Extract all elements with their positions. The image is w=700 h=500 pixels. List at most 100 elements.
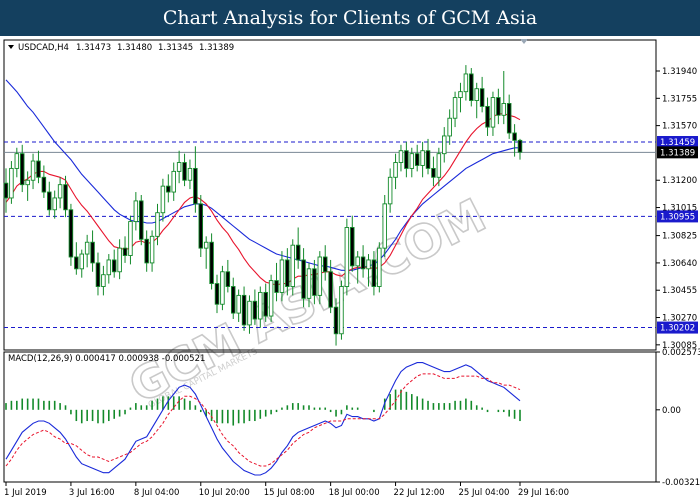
time-tick-label: 10 Jul 20:00 bbox=[199, 488, 250, 498]
candle-body-down bbox=[63, 184, 68, 211]
candle-body-up bbox=[409, 153, 415, 169]
candle-body-down bbox=[404, 150, 409, 169]
candle-body-down bbox=[230, 286, 236, 314]
macd-label: MACD(12,26,9) 0.000417 0.000938 -0.00052… bbox=[8, 354, 205, 364]
candle-body-down bbox=[225, 271, 231, 287]
candle-body-up bbox=[317, 256, 323, 296]
candle-body-up bbox=[106, 259, 112, 276]
candle-body-up bbox=[258, 291, 263, 320]
candle-body-up bbox=[447, 117, 452, 137]
candle-body-down bbox=[322, 256, 328, 273]
candle-body-up bbox=[420, 150, 425, 166]
candle-body-down bbox=[301, 259, 306, 299]
candle-body-up bbox=[155, 212, 160, 237]
level-tag-label-1: 1.31389 bbox=[660, 148, 695, 158]
candle-body-up bbox=[382, 203, 387, 249]
level-tag-label-3: 1.30202 bbox=[660, 324, 695, 334]
chart-banner-title: Chart Analysis for Clients of GCM Asia bbox=[0, 0, 700, 36]
price-tick-label: 1.30640 bbox=[662, 259, 697, 269]
candle-body-down bbox=[263, 291, 268, 317]
candle-body-down bbox=[90, 241, 95, 264]
candle-body-up bbox=[268, 280, 274, 317]
candle-body-up bbox=[393, 162, 398, 178]
candle-body-up bbox=[474, 88, 479, 101]
candle-body-up bbox=[101, 274, 106, 287]
time-tick-label: 29 Jul 16:00 bbox=[518, 488, 569, 498]
candle-body-up bbox=[203, 241, 209, 249]
candle-body-up bbox=[220, 271, 225, 305]
candle-body-down bbox=[36, 160, 41, 178]
candle-body-up bbox=[84, 241, 90, 255]
price-tick-label: 1.30455 bbox=[662, 286, 697, 296]
candle-body-up bbox=[463, 73, 469, 93]
candle-body-up bbox=[176, 162, 182, 172]
time-tick-label: 3 Jul 16:00 bbox=[69, 488, 115, 498]
macd-tick-label: 0.00 bbox=[662, 406, 681, 416]
candle-body-up bbox=[57, 184, 63, 199]
macd-tick-label: 0.002573 bbox=[662, 348, 700, 358]
candle-body-up bbox=[290, 244, 296, 287]
candle-body-down bbox=[350, 227, 355, 267]
symbol-label: USDCAD,H4 bbox=[18, 43, 69, 53]
candle-body-down bbox=[425, 150, 431, 169]
candle-body-up bbox=[128, 221, 133, 256]
candle-body-down bbox=[19, 153, 25, 186]
candle-body-up bbox=[279, 259, 285, 293]
candle-body-up bbox=[236, 294, 241, 314]
candle-body-up bbox=[355, 256, 360, 267]
candle-body-up bbox=[366, 259, 371, 270]
candle-body-up bbox=[14, 153, 20, 169]
ohlc-open: 1.31473 bbox=[76, 43, 111, 53]
candle-body-down bbox=[144, 238, 149, 264]
candle-body-down bbox=[333, 306, 339, 335]
time-tick-label: 8 Jul 04:00 bbox=[134, 488, 180, 498]
candle-body-down bbox=[209, 241, 214, 285]
candle-body-up bbox=[339, 286, 344, 335]
candle-body-up bbox=[458, 91, 463, 99]
candle-body-down bbox=[469, 73, 474, 101]
candle-body-up bbox=[117, 247, 122, 273]
candle-body-down bbox=[312, 268, 317, 296]
candle-body-down bbox=[198, 203, 204, 249]
candle-body-up bbox=[344, 227, 350, 287]
time-tick-label: 1 Jul 2019 bbox=[4, 488, 47, 498]
candle-body-down bbox=[193, 167, 198, 205]
candle-body-down bbox=[512, 132, 517, 141]
candle-body-down bbox=[47, 191, 52, 211]
price-tick-label: 1.31755 bbox=[662, 94, 697, 104]
ohlc-close: 1.31389 bbox=[199, 43, 234, 53]
ohlc-high: 1.31480 bbox=[117, 43, 152, 53]
candle-body-down bbox=[122, 247, 128, 256]
candle-body-down bbox=[496, 97, 501, 116]
candle-body-up bbox=[442, 135, 447, 155]
time-tick-label: 15 Jul 08:00 bbox=[264, 488, 315, 498]
candle-body-down bbox=[41, 176, 47, 193]
candle-body-up bbox=[52, 197, 57, 211]
candle-body-down bbox=[479, 88, 485, 107]
candle-body-down bbox=[214, 283, 220, 305]
candle-body-down bbox=[95, 262, 101, 287]
time-tick-label: 18 Jul 00:00 bbox=[329, 488, 380, 498]
price-tick-label: 1.30825 bbox=[662, 232, 697, 242]
candle-body-down bbox=[431, 167, 436, 178]
time-tick-label: 22 Jul 12:00 bbox=[394, 488, 445, 498]
candle-body-up bbox=[398, 150, 404, 163]
candle-body-down bbox=[3, 182, 9, 199]
candle-body-up bbox=[436, 153, 442, 178]
candle-body-down bbox=[414, 153, 420, 166]
price-tick-label: 1.31940 bbox=[662, 67, 697, 77]
candle-body-down bbox=[166, 185, 171, 193]
candle-body-up bbox=[9, 167, 14, 199]
candle-body-down bbox=[485, 105, 490, 128]
candle-body-up bbox=[247, 300, 252, 326]
candle-body-up bbox=[187, 167, 193, 181]
candle-body-down bbox=[295, 244, 301, 261]
macd-tick-label: -0.003213 bbox=[662, 478, 700, 488]
candle-body-down bbox=[252, 300, 258, 320]
candle-body-up bbox=[133, 200, 139, 223]
candle-body-down bbox=[74, 256, 79, 270]
candle-body-down bbox=[182, 162, 187, 181]
candle-body-down bbox=[285, 259, 290, 287]
candle-body-down bbox=[274, 280, 279, 293]
candle-body-down bbox=[517, 139, 523, 153]
